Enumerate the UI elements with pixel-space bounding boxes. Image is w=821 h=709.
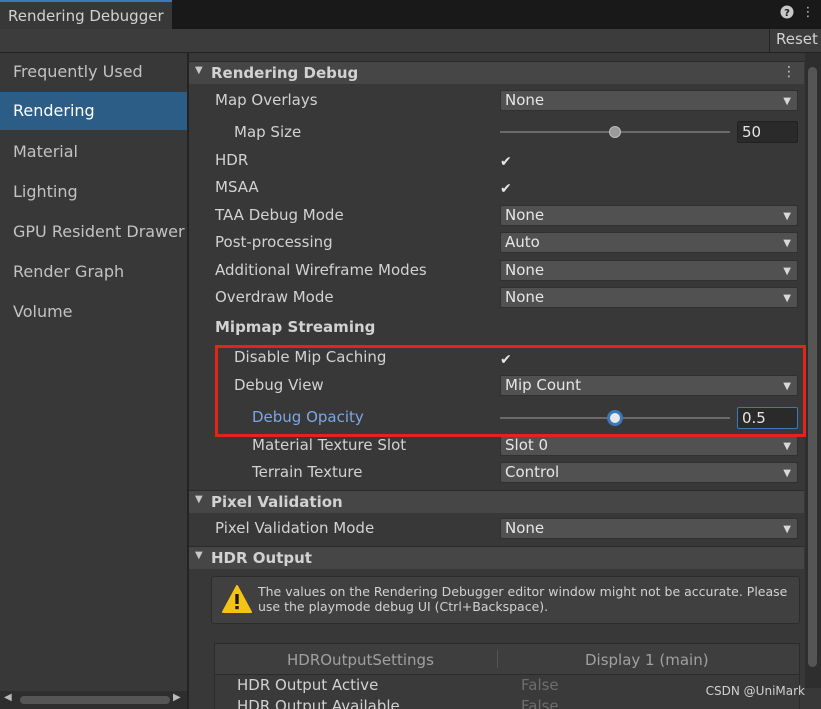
scrollbar-thumb[interactable] (20, 696, 170, 704)
scroll-right-icon[interactable]: ▶ (173, 692, 181, 703)
foldout-expanded-icon: ▼ (195, 494, 203, 505)
msaa-label: MSAA (215, 178, 259, 196)
chevron-down-icon: ▼ (783, 441, 791, 452)
msaa-checkbox[interactable]: ✔ (500, 179, 514, 196)
row-name: HDR Output Active (237, 676, 379, 694)
kebab-menu-icon[interactable]: ⋮ (800, 5, 816, 21)
row-value: False (521, 697, 559, 709)
dropdown-value: None (505, 519, 545, 537)
section-title: HDR Output (211, 549, 312, 567)
sidebar-item-label: Material (13, 142, 78, 161)
sidebar-item-label: Volume (13, 302, 73, 321)
terrain-texture-dropdown[interactable]: Control ▼ (500, 462, 798, 483)
sidebar-item-frequently-used[interactable]: Frequently Used (0, 53, 187, 91)
chevron-down-icon: ▼ (783, 293, 791, 304)
sidebar-item-gpu-resident-drawer[interactable]: GPU Resident Drawer (0, 213, 187, 251)
help-icon[interactable]: ? (779, 5, 795, 21)
post-processing-label: Post-processing (215, 233, 333, 251)
dropdown-value: None (505, 288, 545, 306)
sidebar-item-material[interactable]: Material (0, 133, 187, 171)
chevron-down-icon: ▼ (783, 468, 791, 479)
taa-debug-mode-label: TAA Debug Mode (215, 206, 344, 224)
chevron-down-icon: ▼ (783, 238, 791, 249)
hdr-checkbox[interactable]: ✔ (500, 152, 514, 169)
map-overlays-dropdown[interactable]: None ▼ (500, 90, 798, 111)
map-size-value: 50 (742, 123, 762, 141)
content-vertical-scrollbar[interactable] (805, 53, 821, 688)
watermark: CSDN @UniMark (705, 684, 805, 698)
reset-button[interactable]: Reset (769, 29, 821, 52)
dropdown-value: None (505, 261, 545, 279)
checkmark-icon: ✔ (500, 181, 512, 197)
terrain-texture-label: Terrain Texture (252, 463, 363, 481)
dropdown-value: Control (505, 463, 560, 481)
sidebar: Frequently Used Rendering Material Light… (0, 53, 187, 688)
sidebar-item-volume[interactable]: Volume (0, 293, 187, 331)
sidebar-item-label: Frequently Used (13, 62, 143, 81)
dropdown-value: None (505, 206, 545, 224)
material-texture-slot-label: Material Texture Slot (252, 436, 407, 454)
material-texture-slot-dropdown[interactable]: Slot 0 ▼ (500, 435, 798, 456)
mipmap-streaming-heading: Mipmap Streaming (215, 318, 376, 336)
pixel-validation-mode-dropdown[interactable]: None ▼ (500, 518, 798, 539)
section-title: Rendering Debug (211, 64, 359, 82)
hdr-label: HDR (215, 151, 249, 169)
section-hdr-output[interactable]: ▼ HDR Output (189, 546, 804, 569)
title-bar: Rendering Debugger ? ⋮ (0, 0, 821, 29)
window-tab-title: Rendering Debugger (8, 7, 164, 25)
map-size-field[interactable]: 50 (737, 121, 798, 143)
sidebar-item-label: Lighting (13, 182, 78, 201)
chevron-down-icon: ▼ (783, 266, 791, 277)
scroll-left-icon[interactable]: ◀ (4, 692, 12, 703)
dropdown-value: Slot 0 (505, 436, 549, 454)
window-tab[interactable]: Rendering Debugger (0, 0, 172, 29)
map-size-slider-thumb[interactable] (609, 126, 621, 138)
section-menu-icon[interactable]: ⋮ (782, 64, 796, 80)
column-header: Display 1 (main) (585, 651, 709, 669)
map-size-label: Map Size (234, 123, 302, 141)
reset-label: Reset (776, 30, 818, 48)
sidebar-item-label: GPU Resident Drawer (13, 222, 185, 241)
warning-text: The values on the Rendering Debugger edi… (258, 584, 788, 614)
section-title: Pixel Validation (211, 493, 343, 511)
sidebar-horizontal-scrollbar[interactable]: ◀ ▶ (0, 691, 187, 709)
checkmark-icon: ✔ (500, 154, 512, 170)
sidebar-item-label: Render Graph (13, 262, 125, 281)
sidebar-item-label: Rendering (13, 101, 95, 120)
row-name: HDR Output Available (237, 697, 400, 709)
highlight-annotation-box (215, 345, 806, 437)
additional-wireframe-modes-label: Additional Wireframe Modes (215, 261, 427, 279)
scrollbar-thumb[interactable] (808, 67, 817, 667)
sidebar-item-lighting[interactable]: Lighting (0, 173, 187, 211)
warning-icon (222, 585, 252, 613)
section-rendering-debug[interactable]: ▼ Rendering Debug ⋮ (189, 61, 804, 84)
warning-helpbox: The values on the Rendering Debugger edi… (211, 576, 800, 624)
chevron-down-icon: ▼ (783, 96, 791, 107)
sidebar-item-render-graph[interactable]: Render Graph (0, 253, 187, 291)
overdraw-mode-label: Overdraw Mode (215, 288, 334, 306)
table-header: HDROutputSettings Display 1 (main) (215, 644, 799, 675)
dropdown-value: None (505, 91, 545, 109)
additional-wireframe-modes-dropdown[interactable]: None ▼ (500, 260, 798, 281)
sidebar-item-rendering[interactable]: Rendering (0, 92, 187, 130)
taa-debug-mode-dropdown[interactable]: None ▼ (500, 205, 798, 226)
toolbar: Reset (0, 29, 821, 53)
post-processing-dropdown[interactable]: Auto ▼ (500, 232, 798, 253)
row-value: False (521, 676, 559, 694)
column-header: HDROutputSettings (287, 651, 434, 669)
svg-text:?: ? (784, 8, 790, 19)
dropdown-value: Auto (505, 233, 540, 251)
chevron-down-icon: ▼ (783, 211, 791, 222)
foldout-expanded-icon: ▼ (195, 550, 203, 561)
hdr-output-table: HDROutputSettings Display 1 (main) HDR O… (214, 643, 800, 709)
pixel-validation-mode-label: Pixel Validation Mode (215, 519, 375, 537)
map-overlays-label: Map Overlays (215, 91, 318, 109)
section-pixel-validation[interactable]: ▼ Pixel Validation (189, 490, 804, 513)
foldout-expanded-icon: ▼ (195, 65, 203, 76)
overdraw-mode-dropdown[interactable]: None ▼ (500, 287, 798, 308)
chevron-down-icon: ▼ (783, 524, 791, 535)
column-divider[interactable] (497, 650, 498, 668)
